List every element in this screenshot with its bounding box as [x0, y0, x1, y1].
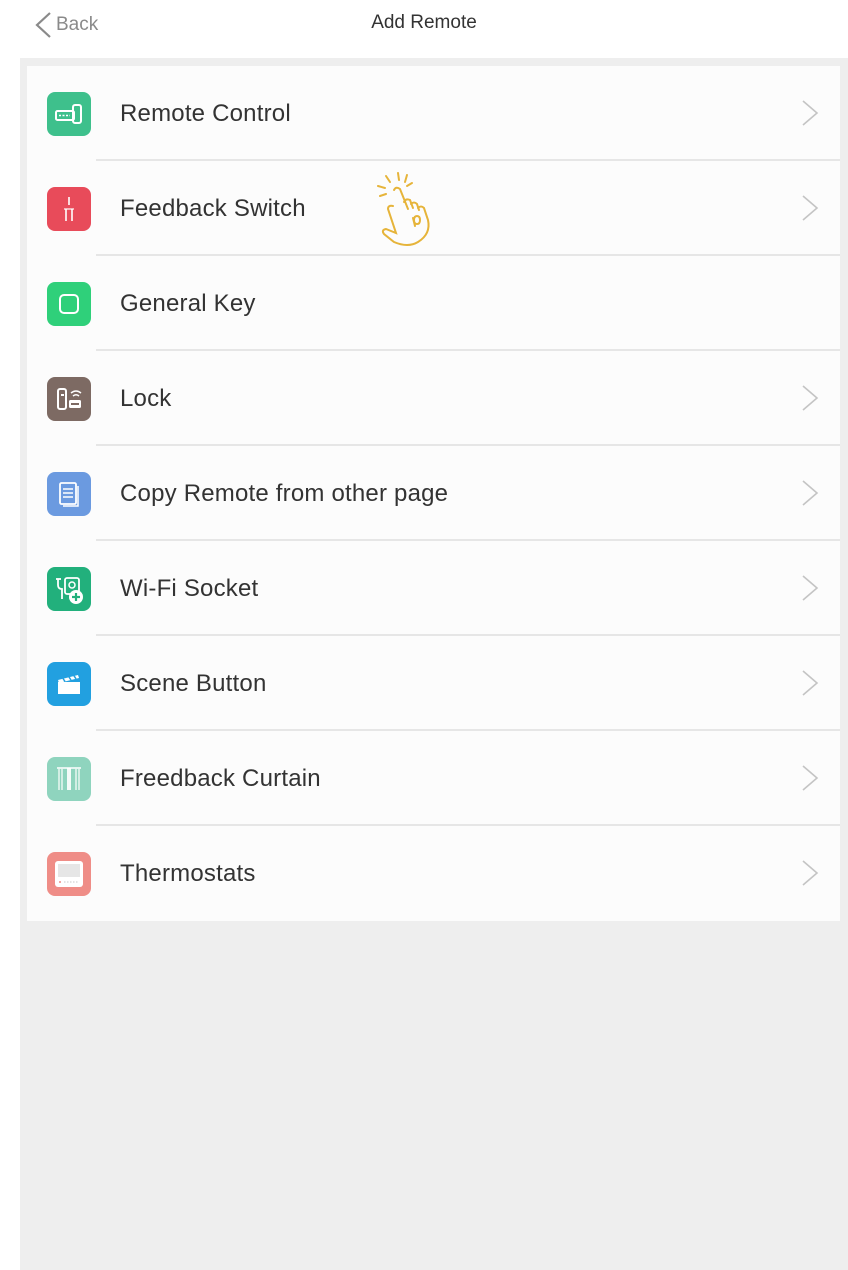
item-label: Thermostats — [120, 860, 256, 887]
chevron-right-icon — [802, 480, 819, 506]
chevron-right-icon — [802, 860, 819, 886]
chevron-right-icon — [802, 100, 819, 126]
remote-control-icon — [47, 92, 91, 136]
item-label: Lock — [120, 385, 172, 412]
copy-document-icon — [47, 472, 91, 516]
chevron-right-icon — [802, 385, 819, 411]
page-title: Add Remote — [371, 12, 477, 33]
list-item-copy-remote[interactable]: Copy Remote from other page — [27, 446, 840, 541]
clapperboard-icon — [47, 662, 91, 706]
chevron-right-icon — [802, 670, 819, 696]
list-item-remote-control[interactable]: Remote Control — [27, 66, 840, 161]
lock-icon — [47, 377, 91, 421]
item-label: Feedback Switch — [120, 195, 306, 222]
top-bar: Back Add Remote — [0, 0, 848, 58]
list-item-thermostats[interactable]: Thermostats — [27, 826, 840, 921]
chevron-right-icon — [802, 765, 819, 791]
list-item-general-key[interactable]: General Key — [27, 256, 840, 351]
item-label: Remote Control — [120, 100, 291, 127]
curtain-icon — [47, 757, 91, 801]
item-label: Wi-Fi Socket — [120, 575, 259, 602]
thermostat-icon — [47, 852, 91, 896]
chevron-right-icon — [802, 575, 819, 601]
key-square-icon — [47, 282, 91, 326]
wifi-socket-icon — [47, 567, 91, 611]
item-label: Freedback Curtain — [120, 765, 321, 792]
item-label: Copy Remote from other page — [120, 480, 449, 507]
tap-hand-icon — [377, 172, 430, 246]
list-item-lock[interactable]: Lock — [27, 351, 840, 446]
chevron-right-icon — [802, 195, 819, 221]
switch-icon — [47, 187, 91, 231]
list-item-feedback-curtain[interactable]: Freedback Curtain — [27, 731, 840, 826]
item-label: Scene Button — [120, 670, 267, 697]
item-label: General Key — [120, 290, 256, 317]
list-item-scene-button[interactable]: Scene Button — [27, 636, 840, 731]
list-item-wifi-socket[interactable]: Wi-Fi Socket — [27, 541, 840, 636]
